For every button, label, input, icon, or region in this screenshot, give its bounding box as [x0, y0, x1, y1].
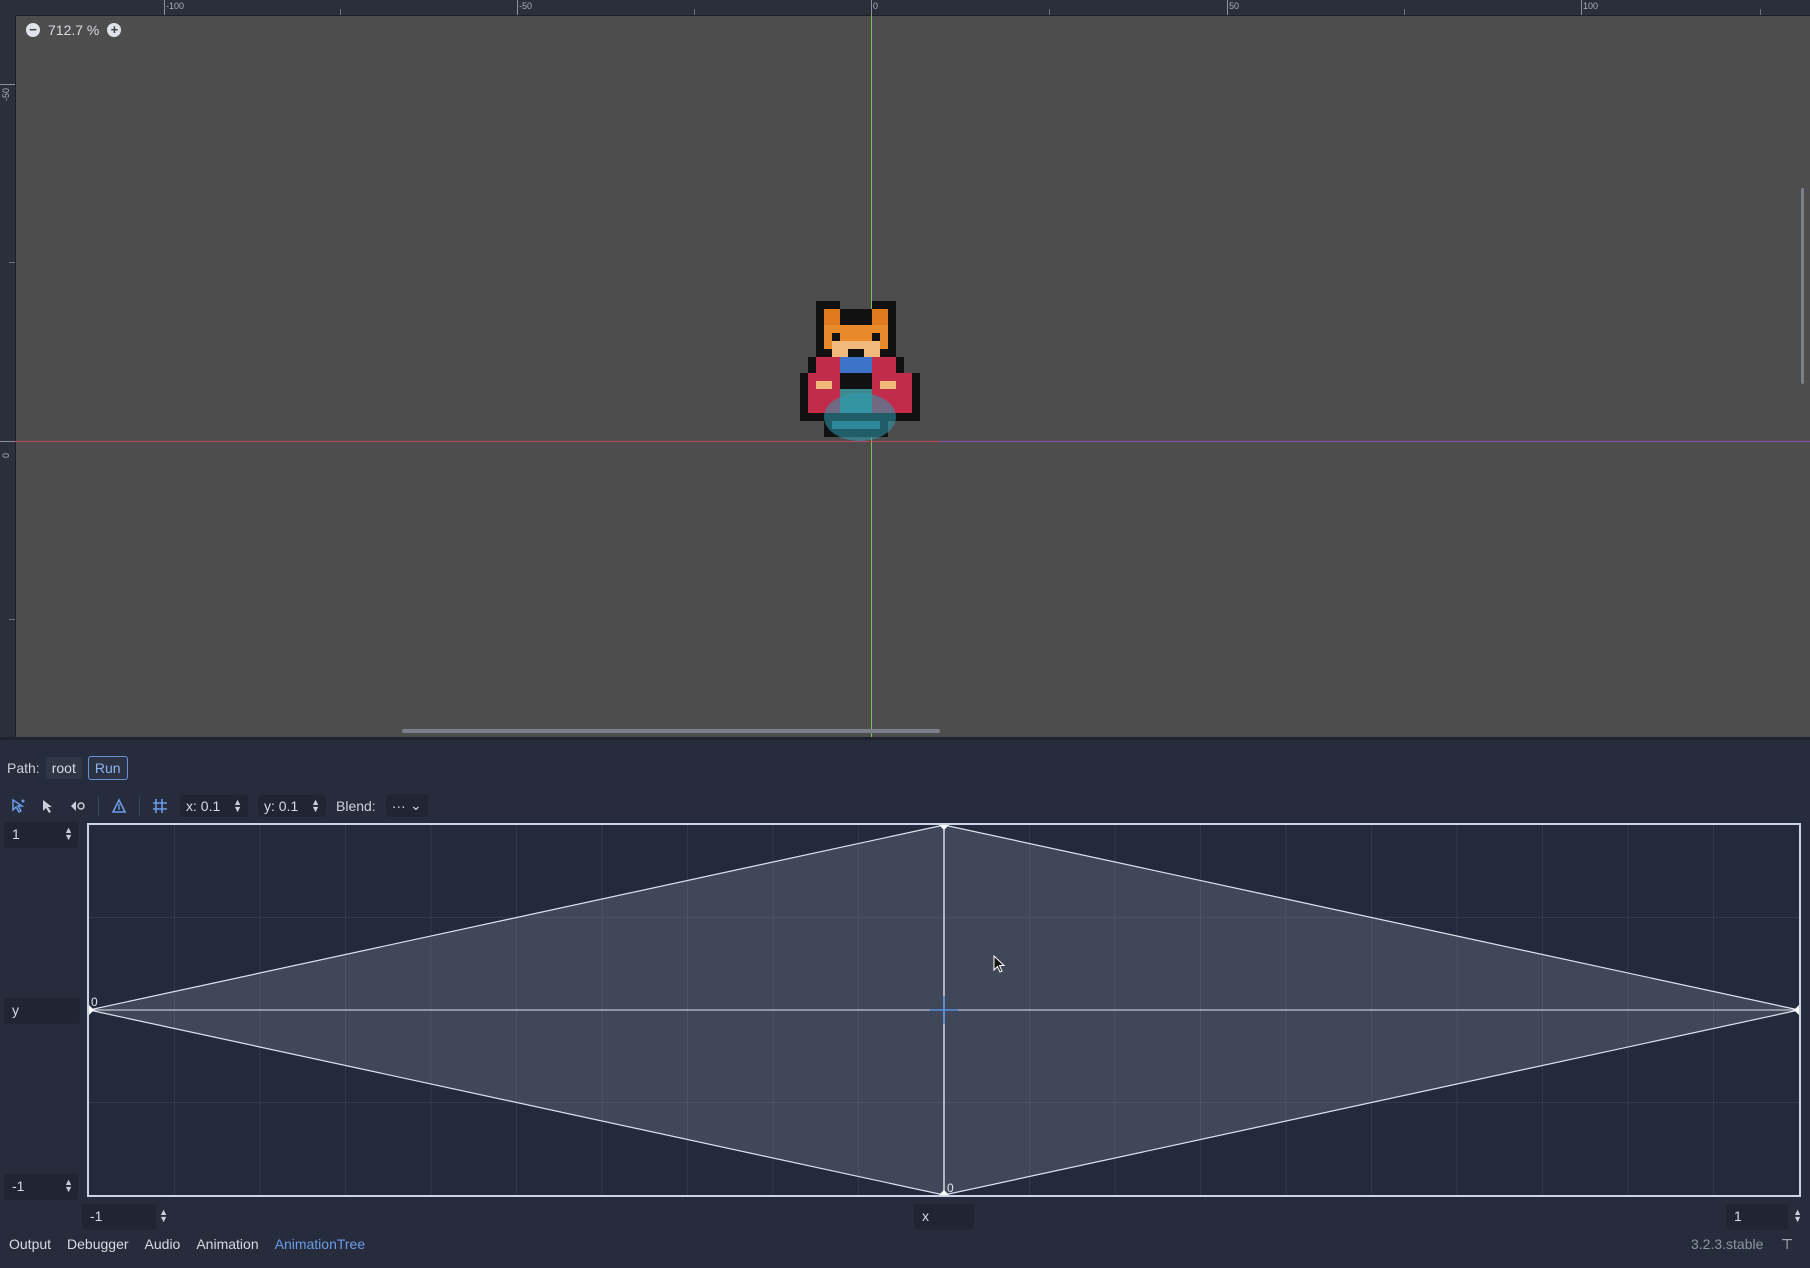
path-label: Path:	[7, 760, 40, 776]
ruler-tick	[871, 0, 872, 15]
ruler-minor-tick	[1049, 9, 1050, 15]
x-axis-line-right	[940, 441, 1810, 442]
ruler-label: 50	[1229, 1, 1240, 11]
canvas-viewport[interactable]: -100 -50 0 50 100 -50 0 − 712.7 % +	[0, 0, 1810, 737]
ruler-label: -100	[166, 1, 185, 11]
ruler-tick	[1581, 0, 1582, 15]
blend-toolbar: x: 0.1 ▲ ▼ y: 0.1 ▲ ▼ Blend: ··· ⌄	[8, 794, 428, 817]
tab-output[interactable]: Output	[9, 1236, 51, 1252]
spin-arrows-icon[interactable]: ▲ ▼	[64, 826, 73, 842]
max-y-field[interactable]: 1 ▲ ▼	[4, 822, 78, 848]
ruler-tick	[0, 441, 15, 442]
ruler-tick	[1227, 0, 1228, 15]
zoom-in-icon[interactable]: +	[107, 23, 122, 37]
blend-mode-dropdown[interactable]: ··· ⌄	[385, 794, 428, 817]
ruler-label: 0	[873, 1, 879, 11]
snap-y-field[interactable]: y: 0.1 ▲ ▼	[258, 794, 326, 817]
min-x-field[interactable]: -1 ▲ ▼	[82, 1204, 168, 1230]
min-y-field[interactable]: -1 ▲ ▼	[4, 1174, 78, 1200]
breadcrumb-run[interactable]: Run	[87, 756, 128, 780]
point-label-left: 0	[91, 995, 98, 1009]
ruler-label: -50	[1, 87, 11, 101]
horizontal-ruler: -100 -50 0 50 100	[0, 0, 1810, 16]
ruler-minor-tick	[694, 9, 695, 15]
ruler-tick	[0, 84, 15, 85]
snap-y-value: y: 0.1	[264, 797, 299, 814]
toolbar-separator	[139, 795, 140, 816]
ruler-label: 100	[1583, 1, 1599, 11]
version-label: 3.2.3.stable	[1691, 1236, 1764, 1252]
max-x-field[interactable]: 1 ▲ ▼	[1726, 1204, 1802, 1230]
blend-point[interactable]	[1794, 1005, 1799, 1015]
pin-panel-icon[interactable]: ⊤	[1781, 1236, 1793, 1253]
chevron-down-icon: ⌄	[409, 797, 422, 813]
bottom-panel-tabs: Output Debugger Audio Animation Animatio…	[9, 1236, 365, 1252]
mouse-cursor-icon	[993, 955, 1006, 973]
select-tool-icon[interactable]	[38, 796, 58, 816]
tab-debugger[interactable]: Debugger	[67, 1236, 129, 1252]
y-label-field[interactable]: y	[4, 998, 80, 1024]
tab-audio[interactable]: Audio	[145, 1236, 181, 1252]
x-label-field[interactable]: x	[914, 1204, 974, 1230]
min-x-value: -1	[90, 1208, 103, 1224]
ruler-label: 0	[1, 452, 11, 458]
snap-grid-icon[interactable]	[150, 796, 170, 816]
spin-arrows-icon[interactable]: ▲ ▼	[311, 797, 320, 813]
zoom-level: 712.7 %	[48, 22, 100, 38]
y-label-value: y	[12, 1002, 19, 1018]
triangle-tool-icon[interactable]	[109, 796, 129, 816]
blend-space-graph[interactable]: 0 0	[87, 823, 1801, 1197]
ruler-minor-tick	[1760, 9, 1761, 15]
ruler-minor-tick	[340, 9, 341, 15]
spin-arrows-icon[interactable]: ▲ ▼	[64, 1178, 73, 1194]
toolbar-separator	[98, 795, 99, 816]
ruler-tick	[517, 0, 518, 15]
vertical-ruler: -50 0	[0, 15, 16, 737]
blend-space-canvas[interactable]: 0 0	[89, 825, 1799, 1195]
zoom-controls: − 712.7 % +	[26, 22, 122, 38]
snap-x-field[interactable]: x: 0.1 ▲ ▼	[180, 794, 248, 817]
vertical-scrollbar[interactable]	[1801, 188, 1804, 384]
blend-label: Blend:	[336, 797, 376, 814]
spin-arrows-icon[interactable]: ▲ ▼	[233, 797, 242, 813]
blend-mode-value: ···	[391, 797, 406, 814]
x-label-value: x	[922, 1208, 929, 1224]
breadcrumb: Path: root Run	[7, 756, 128, 780]
ruler-minor-tick	[9, 262, 15, 263]
ruler-label: -50	[519, 1, 533, 11]
point-label-bottom: 0	[947, 1181, 954, 1195]
spin-arrows-icon[interactable]: ▲ ▼	[1793, 1208, 1802, 1224]
ruler-tick	[164, 0, 165, 15]
select-move-tool-icon[interactable]	[8, 796, 28, 816]
snap-x-value: x: 0.1	[186, 797, 221, 814]
spin-arrows-icon[interactable]: ▲ ▼	[159, 1208, 168, 1224]
ruler-minor-tick	[9, 619, 15, 620]
max-x-value: 1	[1734, 1208, 1742, 1224]
zoom-out-icon[interactable]: −	[26, 23, 40, 37]
ruler-minor-tick	[1404, 9, 1405, 15]
tab-animation[interactable]: Animation	[196, 1236, 258, 1252]
player-sprite[interactable]	[792, 299, 944, 471]
min-y-value: -1	[12, 1178, 25, 1194]
horizontal-scrollbar[interactable]	[402, 729, 940, 733]
tab-animationtree[interactable]: AnimationTree	[275, 1236, 366, 1252]
breadcrumb-root[interactable]: root	[45, 757, 82, 779]
max-y-value: 1	[12, 826, 20, 842]
create-point-tool-icon[interactable]	[68, 796, 88, 816]
